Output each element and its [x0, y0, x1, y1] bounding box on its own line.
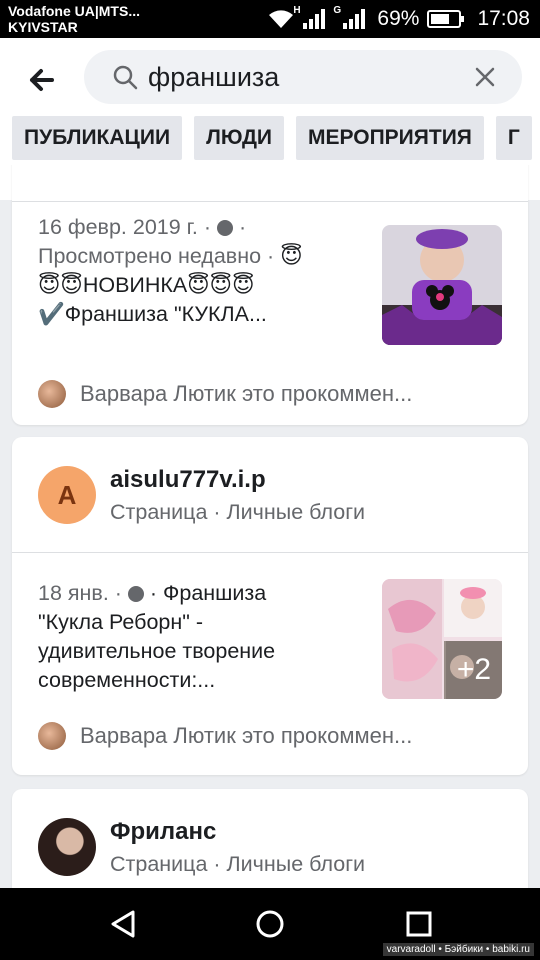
page-header[interactable]: A aisulu777v.i.p Страница · Личные блоги — [38, 455, 365, 535]
post-title: ✔️Франшиза "КУКЛА... — [38, 302, 267, 326]
battery-percent: 69% — [377, 7, 420, 30]
status-bar: Vodafone UA|MTS... KYIVSTAR H G 69% 17:0… — [0, 0, 540, 38]
angel-emoji-icon: 😇😇😇 — [187, 273, 255, 297]
tab-more[interactable]: Г — [495, 116, 532, 160]
page-result-card[interactable]: Фриланс Страница · Личные блоги — [12, 789, 528, 888]
search-filter-tabs: ПУБЛИКАЦИИ ЛЮДИ МЕРОПРИЯТИЯ Г — [12, 116, 532, 160]
more-photos-count: +2 — [446, 641, 502, 699]
post-headline: НОВИНКА — [82, 273, 188, 297]
angel-emoji-icon: 😇 — [280, 244, 303, 268]
avatar — [38, 380, 66, 408]
search-icon — [113, 65, 138, 90]
page-header[interactable]: Фриланс Страница · Личные блоги — [38, 807, 365, 887]
arrow-left-icon — [30, 69, 54, 91]
post-thumbnail[interactable] — [382, 225, 502, 345]
search-results: 16 февр. 2019 г. · · Просмотрено недавно… — [0, 165, 540, 888]
recents-square-icon[interactable] — [401, 906, 437, 942]
tab-events[interactable]: МЕРОПРИЯТИЯ — [296, 116, 484, 160]
carrier-info: Vodafone UA|MTS... KYIVSTAR — [8, 3, 140, 35]
post-date: 16 февр. 2019 г. · — [38, 215, 211, 239]
comment-preview[interactable]: Варвара Лютик это прокоммен... — [38, 379, 412, 409]
comment-preview[interactable]: Варвара Лютик это прокоммен... — [38, 721, 412, 751]
post-line-1: · Франшиза — [149, 581, 267, 605]
clock: 17:08 — [477, 7, 530, 30]
watermark: varvaradoll • Бэйбики • babiki.ru — [382, 943, 534, 956]
back-button[interactable] — [22, 60, 62, 100]
doll-photo-icon — [382, 225, 502, 345]
carrier-line-2: KYIVSTAR — [8, 19, 78, 35]
page-name[interactable]: Фриланс — [110, 818, 365, 846]
close-icon[interactable] — [472, 64, 498, 90]
page-category: Страница · Личные блоги — [110, 851, 366, 876]
post-line-4: современности:... — [38, 668, 216, 692]
signal-h-label: H — [293, 5, 301, 16]
avatar — [38, 818, 96, 876]
post-date: 18 янв. · — [38, 581, 122, 605]
comment-text: Варвара Лютик это прокоммен... — [80, 381, 413, 406]
post-text[interactable]: 18 янв. · · Франшиза "Кукла Реборн" - уд… — [38, 579, 368, 695]
home-circle-icon[interactable] — [252, 906, 288, 942]
search-bar[interactable] — [84, 50, 522, 104]
system-nav-bar: varvaradoll • Бэйбики • babiki.ru — [0, 888, 540, 960]
carrier-line-1: Vodafone UA|MTS... — [8, 3, 140, 19]
post-thumbnail[interactable]: +2 — [382, 579, 502, 699]
search-input[interactable] — [148, 58, 448, 96]
angel-emoji-icon: 😇😇 — [38, 273, 83, 297]
battery-icon — [427, 10, 465, 28]
status-icons: H G 69% 17:08 — [267, 0, 530, 38]
page-result-card[interactable]: A aisulu777v.i.p Страница · Личные блоги… — [12, 437, 528, 775]
battery-fill — [431, 14, 450, 24]
signal-g-label: G — [333, 5, 342, 16]
back-triangle-icon[interactable] — [105, 906, 141, 942]
globe-icon — [127, 586, 144, 602]
post-line-3: удивительное творение — [38, 639, 276, 663]
post-card[interactable]: 16 февр. 2019 г. · · Просмотрено недавно… — [12, 165, 528, 425]
wifi-icon — [269, 10, 294, 28]
comment-text: Варвара Лютик это прокоммен... — [80, 723, 413, 748]
page-category: Страница · Личные блоги — [110, 499, 366, 524]
signal-g-icon: G — [333, 5, 366, 29]
avatar: A — [38, 466, 96, 524]
post-viewed: Просмотрено недавно · — [38, 244, 275, 268]
tab-people[interactable]: ЛЮДИ — [194, 116, 285, 160]
page-name[interactable]: aisulu777v.i.p — [110, 466, 365, 494]
post-line-2: "Кукла Реборн" - — [38, 610, 204, 634]
post-text[interactable]: 16 февр. 2019 г. · · Просмотрено недавно… — [38, 213, 368, 329]
avatar — [38, 722, 66, 750]
globe-icon — [216, 220, 233, 236]
signal-h-icon: H — [293, 5, 326, 29]
tab-publications[interactable]: ПУБЛИКАЦИИ — [12, 116, 183, 160]
